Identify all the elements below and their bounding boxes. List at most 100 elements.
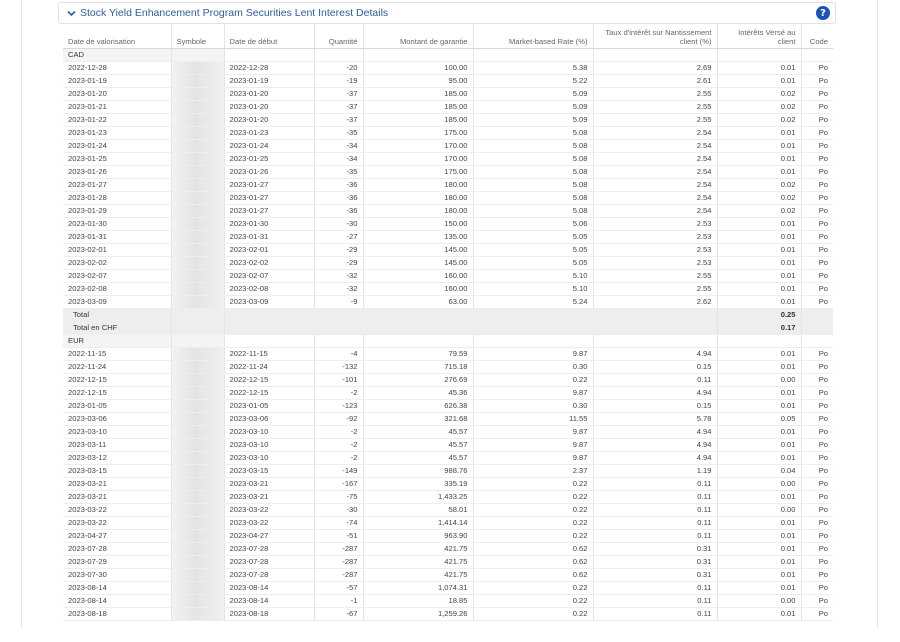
quantity-cell: -35 bbox=[314, 165, 364, 179]
table-row[interactable]: 2023-03-21 2023-03-21 -167 335.19 0.22 0.11 0.… bbox=[63, 477, 833, 491]
valuation-date-cell: 2023-01-31 bbox=[63, 230, 172, 244]
symbol-redacted bbox=[171, 412, 225, 426]
interest-paid-cell: 0.01 bbox=[717, 555, 802, 569]
table-row[interactable]: 2023-03-10 2023-03-10 -2 45.57 9.87 4.94 0.01 P… bbox=[63, 425, 833, 439]
table-row[interactable]: 2023-01-22 2023-01-20 -37 185.00 5.09 2.55 0.0… bbox=[63, 113, 833, 127]
start-date-cell: 2023-03-10 bbox=[224, 425, 315, 439]
table-row[interactable]: 2023-02-01 2023-02-01 -29 145.00 5.05 2.53 0.0… bbox=[63, 243, 833, 257]
client-rate-cell: 2.55 bbox=[593, 282, 718, 296]
table-row[interactable]: 2023-01-31 2023-01-31 -27 135.00 5.05 2.53 0.0… bbox=[63, 230, 833, 244]
start-date-cell: 2023-01-05 bbox=[224, 399, 315, 413]
start-date-cell: 2023-01-25 bbox=[224, 152, 315, 166]
market-rate-cell: 5.05 bbox=[473, 243, 594, 257]
group-empty-cell bbox=[473, 334, 594, 348]
market-rate-cell: 9.87 bbox=[473, 347, 594, 361]
col-header-start-date[interactable]: Date de début bbox=[224, 24, 315, 49]
table-row[interactable]: 2023-01-26 2023-01-26 -35 175.00 5.08 2.54 0.0… bbox=[63, 165, 833, 179]
table-row[interactable]: 2023-01-25 2023-01-25 -34 170.00 5.08 2.54 0.0… bbox=[63, 152, 833, 166]
table-row[interactable]: 2022-12-28 2022-12-28 -20 100.00 5.38 2.69 0.0… bbox=[63, 61, 833, 75]
col-header-collateral-amount[interactable]: Montant de garantie bbox=[363, 24, 474, 49]
table-row[interactable]: 2023-01-21 2023-01-20 -37 185.00 5.09 2.55 0.0… bbox=[63, 100, 833, 114]
market-rate-cell: 9.87 bbox=[473, 386, 594, 400]
quantity-cell: -36 bbox=[314, 178, 364, 192]
help-icon[interactable]: ? bbox=[816, 6, 830, 20]
table-row[interactable]: 2023-07-29 2023-07-28 -287 421.75 0.62 0.31 0.… bbox=[63, 555, 833, 569]
quantity-cell: -37 bbox=[314, 87, 364, 101]
interest-paid-cell: 0.00 bbox=[717, 503, 802, 517]
table-row[interactable]: 2022-11-15 2022-11-15 -4 79.59 9.87 4.94 0.01 P… bbox=[63, 347, 833, 361]
table-row[interactable]: 2023-04-27 2023-04-27 -51 963.90 0.22 0.11 0.0… bbox=[63, 529, 833, 543]
table-row[interactable]: 2023-01-20 2023-01-20 -37 185.00 5.09 2.55 0.0… bbox=[63, 87, 833, 101]
panel-header[interactable]: Stock Yield Enhancement Program Securiti… bbox=[58, 2, 836, 24]
table-row[interactable]: 2023-07-30 2023-07-28 -287 421.75 0.62 0.31 0.… bbox=[63, 568, 833, 582]
market-rate-cell: 0.30 bbox=[473, 360, 594, 374]
symbol-redacted bbox=[171, 399, 225, 413]
table-row[interactable]: 2023-01-23 2023-01-23 -35 175.00 5.08 2.54 0.0… bbox=[63, 126, 833, 140]
col-header-client-rate[interactable]: Taux d'intérêt sur Nantissement client (… bbox=[593, 24, 718, 49]
table-row[interactable]: 2023-08-14 2023-08-14 -1 18.85 0.22 0.11 0.00 P… bbox=[63, 594, 833, 608]
table-row[interactable]: 2023-08-14 2023-08-14 -57 1,074.31 0.22 0.11 0… bbox=[63, 581, 833, 595]
table-row[interactable]: 2023-01-24 2023-01-24 -34 170.00 5.08 2.54 0.0… bbox=[63, 139, 833, 153]
code-cell: Po bbox=[801, 139, 833, 153]
start-date-cell: 2023-01-30 bbox=[224, 217, 315, 231]
table-row[interactable]: 2022-12-15 2022-12-15 -101 276.69 0.22 0.11 0.… bbox=[63, 373, 833, 387]
client-rate-cell: 2.69 bbox=[593, 61, 718, 75]
table-row[interactable]: 2023-03-15 2023-03-15 -149 988.76 2.37 1.19 0.… bbox=[63, 464, 833, 478]
total-row: Total 0.25 bbox=[63, 308, 833, 322]
start-date-cell: 2023-01-26 bbox=[224, 165, 315, 179]
chevron-down-icon[interactable] bbox=[63, 5, 79, 21]
table-row[interactable]: 2023-03-22 2023-03-22 -74 1,414.14 0.22 0.11 0… bbox=[63, 516, 833, 530]
market-rate-cell: 5.05 bbox=[473, 256, 594, 270]
table-row[interactable]: 2023-08-18 2023-08-18 -67 1,259.26 0.22 0.11 0… bbox=[63, 607, 833, 621]
valuation-date-cell: 2023-03-21 bbox=[63, 477, 172, 491]
client-rate-cell: 0.11 bbox=[593, 477, 718, 491]
client-rate-cell: 0.11 bbox=[593, 581, 718, 595]
symbol-redacted bbox=[171, 204, 225, 218]
table-row[interactable]: 2023-03-22 2023-03-22 -30 58.01 0.22 0.11 0.00… bbox=[63, 503, 833, 517]
collateral-amount-cell: 321.68 bbox=[363, 412, 474, 426]
valuation-date-cell: 2023-01-24 bbox=[63, 139, 172, 153]
quantity-cell: -2 bbox=[314, 451, 364, 465]
interest-paid-cell: 0.01 bbox=[717, 243, 802, 257]
code-cell: Po bbox=[801, 243, 833, 257]
quantity-cell: -1 bbox=[314, 594, 364, 608]
symbol-redacted bbox=[171, 373, 225, 387]
quantity-cell: -123 bbox=[314, 399, 364, 413]
col-header-market-rate[interactable]: Market-based Rate (%) bbox=[473, 24, 594, 49]
symbol-redacted bbox=[171, 425, 225, 439]
code-cell: Po bbox=[801, 178, 833, 192]
interest-paid-cell: 0.00 bbox=[717, 477, 802, 491]
table-row[interactable]: 2023-03-12 2023-03-10 -2 45.57 9.87 4.94 0.01 P… bbox=[63, 451, 833, 465]
collateral-amount-cell: 150.00 bbox=[363, 217, 474, 231]
table-row[interactable]: 2023-02-07 2023-02-07 -32 160.00 5.10 2.55 0.0… bbox=[63, 269, 833, 283]
collateral-amount-cell: 1,074.31 bbox=[363, 581, 474, 595]
table-row[interactable]: 2023-03-09 2023-03-09 -9 63.00 5.24 2.62 0.01 P… bbox=[63, 295, 833, 309]
table-row[interactable]: 2023-03-06 2023-03-06 -92 321.68 11.55 5.78 0.… bbox=[63, 412, 833, 426]
col-header-interest-paid[interactable]: Intérêts Versé au client bbox=[717, 24, 802, 49]
table-row[interactable]: 2022-11-24 2022-11-24 -132 715.18 0.30 0.15 0.… bbox=[63, 360, 833, 374]
table-row[interactable]: 2023-03-11 2023-03-10 -2 45.57 9.87 4.94 0.01 P… bbox=[63, 438, 833, 452]
quantity-cell: -149 bbox=[314, 464, 364, 478]
table-row[interactable]: 2022-12-15 2022-12-15 -2 45.36 9.87 4.94 0.01 P… bbox=[63, 386, 833, 400]
col-header-code[interactable]: Code bbox=[801, 24, 833, 49]
symbol-redacted bbox=[171, 191, 225, 205]
table-row[interactable]: 2023-01-29 2023-01-27 -36 180.00 5.08 2.54 0.0… bbox=[63, 204, 833, 218]
col-header-quantity[interactable]: Quantité bbox=[314, 24, 364, 49]
table-row[interactable]: 2023-02-02 2023-02-02 -29 145.00 5.05 2.53 0.0… bbox=[63, 256, 833, 270]
valuation-date-cell: 2023-02-01 bbox=[63, 243, 172, 257]
table-row[interactable]: 2023-01-27 2023-01-27 -36 180.00 5.08 2.54 0.0… bbox=[63, 178, 833, 192]
table-row[interactable]: 2023-03-21 2023-03-21 -75 1,433.25 0.22 0.11 0… bbox=[63, 490, 833, 504]
table-row[interactable]: 2023-01-30 2023-01-30 -30 150.00 5.06 2.53 0.0… bbox=[63, 217, 833, 231]
collateral-amount-cell: 963.90 bbox=[363, 529, 474, 543]
symbol-redacted bbox=[171, 61, 225, 75]
table-row[interactable]: 2023-07-28 2023-07-28 -287 421.75 0.62 0.31 0.… bbox=[63, 542, 833, 556]
symbol-redacted bbox=[171, 74, 225, 88]
client-rate-cell: 0.31 bbox=[593, 568, 718, 582]
col-header-symbol[interactable]: Symbole bbox=[171, 24, 225, 49]
table-row[interactable]: 2023-01-28 2023-01-27 -36 180.00 5.08 2.54 0.0… bbox=[63, 191, 833, 205]
table-row[interactable]: 2023-01-05 2023-01-05 -123 626.38 0.30 0.15 0.… bbox=[63, 399, 833, 413]
col-header-valuation-date[interactable]: Date de valorisation bbox=[63, 24, 172, 49]
table-row[interactable]: 2023-02-08 2023-02-08 -32 160.00 5.10 2.55 0.0… bbox=[63, 282, 833, 296]
table-row[interactable]: 2023-01-19 2023-01-19 -19 95.00 5.22 2.61 0.01… bbox=[63, 74, 833, 88]
quantity-cell: -2 bbox=[314, 425, 364, 439]
